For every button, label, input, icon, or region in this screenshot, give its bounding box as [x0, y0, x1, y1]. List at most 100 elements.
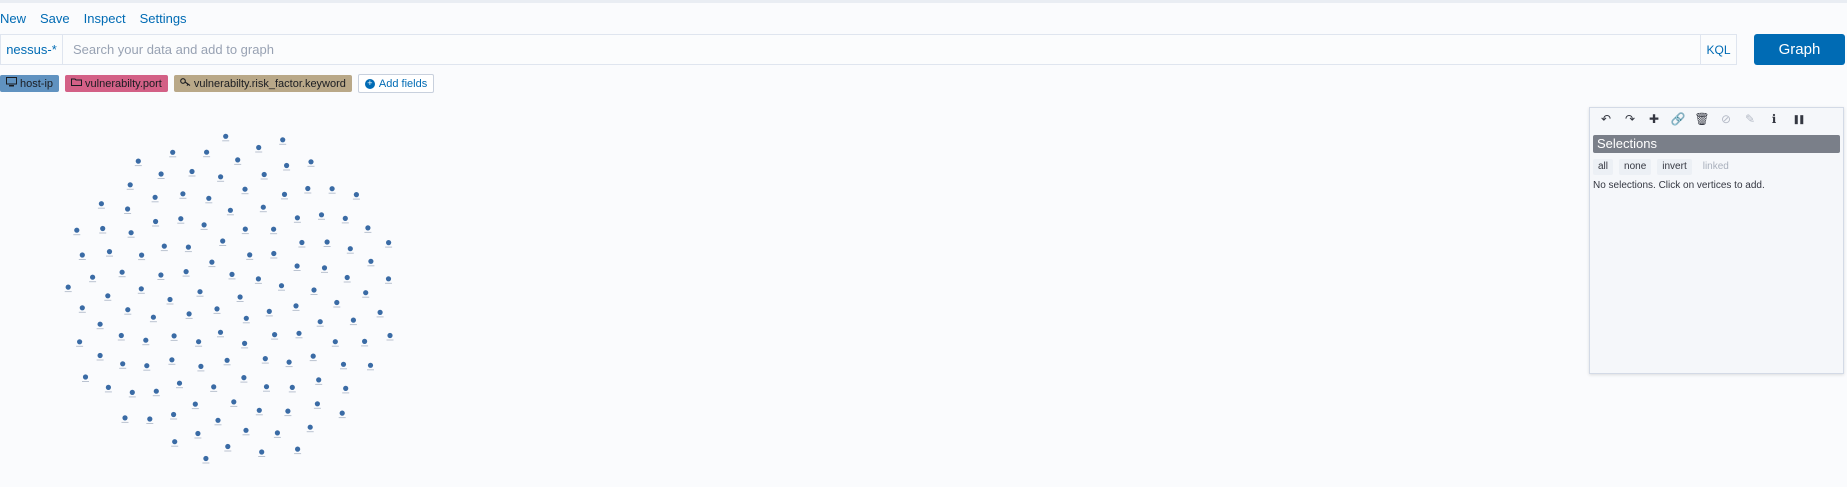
graph-vertex[interactable]	[265, 308, 273, 317]
graph-vertex[interactable]	[313, 401, 321, 409]
info-icon[interactable]: ℹ	[1762, 109, 1786, 129]
graph-vertex[interactable]	[279, 137, 287, 145]
graph-vertex[interactable]	[78, 252, 86, 260]
graph-vertex[interactable]	[284, 408, 292, 417]
graph-vertex[interactable]	[223, 357, 231, 366]
graph-vertex[interactable]	[117, 332, 125, 341]
graph-vertex[interactable]	[137, 286, 145, 294]
graph-vertex[interactable]	[259, 204, 267, 213]
graph-vertex[interactable]	[323, 239, 331, 247]
graph-vertex[interactable]	[134, 158, 142, 167]
graph-vertex[interactable]	[318, 212, 325, 220]
graph-vertex[interactable]	[171, 439, 179, 447]
graph-vertex[interactable]	[304, 185, 312, 194]
graph-vertex[interactable]	[182, 269, 190, 277]
graph-vertex[interactable]	[364, 225, 372, 233]
graph-vertex[interactable]	[224, 443, 232, 452]
graph-vertex[interactable]	[170, 411, 178, 420]
graph-vertex[interactable]	[104, 384, 112, 393]
graph-vertex[interactable]	[168, 357, 176, 365]
graph-vertex[interactable]	[293, 215, 301, 223]
graph-vertex[interactable]	[226, 207, 234, 216]
graph-vertex[interactable]	[261, 356, 269, 364]
graph-vertex[interactable]	[78, 305, 86, 313]
graph-vertex[interactable]	[202, 455, 210, 464]
menu-save[interactable]: Save	[40, 10, 70, 28]
undo-icon[interactable]: ↶	[1594, 109, 1618, 129]
graph-vertex[interactable]	[270, 226, 278, 235]
graph-vertex[interactable]	[152, 218, 160, 227]
graph-vertex[interactable]	[82, 374, 89, 382]
graph-vertex[interactable]	[89, 274, 97, 283]
graph-vertex[interactable]	[157, 171, 165, 179]
graph-vertex[interactable]	[210, 384, 218, 392]
graph-vertex[interactable]	[208, 259, 216, 268]
graph-vertex[interactable]	[331, 339, 339, 347]
graph-vertex[interactable]	[307, 159, 315, 167]
style-icon[interactable]: ✎	[1738, 109, 1762, 129]
graph-vertex[interactable]	[273, 430, 281, 438]
menu-settings[interactable]: Settings	[140, 10, 187, 28]
graph-vertex[interactable]	[149, 314, 157, 323]
graph-vertex[interactable]	[121, 415, 129, 423]
graph-vertex[interactable]	[340, 361, 347, 370]
graph-vertex[interactable]	[197, 363, 205, 372]
graph-canvas[interactable]	[0, 98, 1585, 487]
add-fields-button[interactable]: + Add fields	[357, 74, 435, 93]
graph-vertex[interactable]	[119, 361, 127, 369]
graph-vertex[interactable]	[242, 427, 250, 436]
graph-vertex[interactable]	[196, 289, 204, 297]
search-input[interactable]	[63, 35, 1700, 64]
graph-vertex[interactable]	[309, 353, 317, 362]
menu-new[interactable]: New	[0, 10, 26, 28]
graph-vertex[interactable]	[151, 194, 159, 203]
invert-selection-button[interactable]: invert	[1657, 159, 1692, 175]
graph-vertex[interactable]	[241, 186, 249, 195]
graph-vertex[interactable]	[124, 307, 132, 315]
graph-vertex[interactable]	[321, 265, 328, 273]
graph-vertex[interactable]	[169, 149, 177, 158]
graph-vertex[interactable]	[203, 149, 211, 158]
delete-icon[interactable]: 🗑	[1690, 109, 1714, 129]
graph-vertex[interactable]	[99, 225, 107, 234]
graph-vertex[interactable]	[126, 182, 134, 190]
graph-vertex[interactable]	[205, 195, 213, 204]
graph-vertex[interactable]	[64, 284, 72, 293]
graph-vertex[interactable]	[362, 290, 370, 298]
field-pill-host-ip[interactable]: host-ip	[0, 75, 60, 92]
graph-vertex[interactable]	[166, 296, 174, 305]
graph-vertex[interactable]	[222, 133, 230, 142]
graph-vertex[interactable]	[195, 339, 203, 347]
graph-vertex[interactable]	[234, 157, 242, 165]
graph-vertex[interactable]	[246, 252, 254, 260]
graph-vertex[interactable]	[367, 258, 375, 267]
graph-vertex[interactable]	[240, 375, 248, 383]
graph-vertex[interactable]	[177, 216, 185, 224]
query-language-toggle[interactable]: KQL	[1700, 35, 1736, 64]
graph-vertex[interactable]	[295, 330, 303, 339]
select-linked-button[interactable]: linked	[1698, 159, 1734, 175]
graph-vertex[interactable]	[341, 215, 349, 224]
graph-vertex[interactable]	[315, 377, 323, 385]
graph-vertex[interactable]	[200, 222, 208, 230]
graph-vertex[interactable]	[285, 359, 293, 368]
graph-vertex[interactable]	[283, 162, 291, 171]
graph-vertex[interactable]	[385, 240, 393, 248]
graph-vertex[interactable]	[188, 168, 196, 177]
graph-vertex[interactable]	[278, 283, 285, 291]
graph-vertex[interactable]	[288, 384, 296, 393]
redo-icon[interactable]: ↷	[1618, 109, 1642, 129]
graph-vertex[interactable]	[142, 337, 150, 346]
graph-vertex[interactable]	[143, 363, 151, 371]
graph-vertex[interactable]	[185, 311, 193, 319]
field-pill-vulnerabilty-port[interactable]: vulnerabilty.port	[65, 75, 168, 92]
graph-vertex[interactable]	[352, 192, 360, 200]
graph-vertex[interactable]	[310, 287, 318, 295]
graph-vertex[interactable]	[157, 272, 165, 280]
select-all-button[interactable]: all	[1593, 159, 1614, 175]
graph-vertex[interactable]	[236, 294, 244, 302]
graph-vertex[interactable]	[294, 446, 302, 455]
graph-vertex[interactable]	[306, 424, 314, 433]
graph-vertex[interactable]	[328, 186, 336, 194]
graph-vertex[interactable]	[97, 201, 105, 209]
